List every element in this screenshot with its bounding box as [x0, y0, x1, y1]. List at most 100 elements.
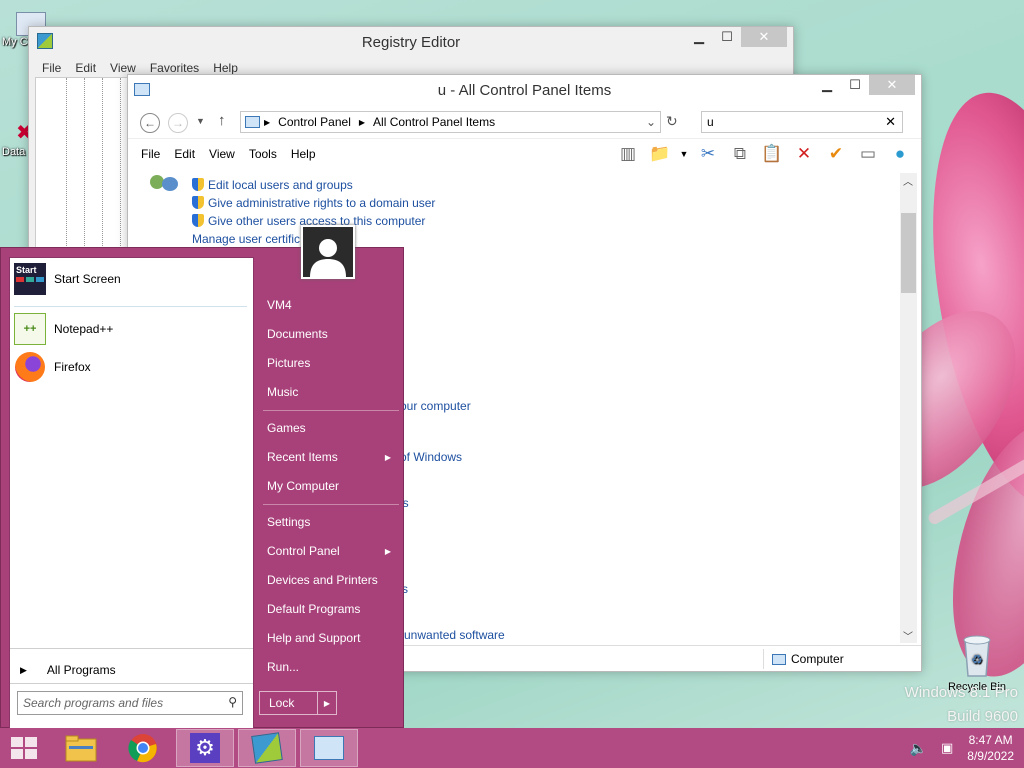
paste-icon[interactable]: 📋: [759, 142, 785, 166]
status-computer: Computer: [763, 649, 913, 669]
uac-shield-icon: [192, 196, 204, 209]
start-item-notepad-plus-plus[interactable]: ++ Notepad++: [14, 312, 113, 346]
refresh-icon[interactable]: ↻: [666, 113, 678, 130]
uac-shield-icon: [192, 178, 204, 191]
start-right-item-pictures[interactable]: Pictures: [259, 350, 399, 376]
rename-icon[interactable]: ▭: [855, 142, 881, 166]
cut-icon[interactable]: ✂: [695, 142, 721, 166]
link-manage-user-certificates[interactable]: Manage user certific: [192, 232, 300, 246]
title-bar[interactable]: Registry Editor ▁ ☐ ✕: [29, 27, 793, 57]
start-right-item-music[interactable]: Music: [259, 379, 399, 405]
up-arrow-icon[interactable]: ↑: [218, 112, 226, 129]
link-edit-local-users[interactable]: Edit local users and groups: [192, 178, 353, 192]
link-give-admin-rights[interactable]: Give administrative rights to a domain u…: [192, 196, 435, 210]
dropdown-arrow-icon[interactable]: ▼: [679, 142, 689, 166]
regedit-icon: [251, 732, 283, 764]
start-right-item-devices-printers[interactable]: Devices and Printers: [259, 567, 399, 593]
scroll-down-icon[interactable]: ﹀: [903, 628, 913, 643]
start-right-item-my-computer[interactable]: My Computer: [259, 473, 399, 499]
chevron-right-icon: ▶: [358, 117, 366, 127]
toolbar: ▥ 📁 ▼ ✂ ⧉ 📋 ✕ ✔ ▭ ●: [615, 142, 913, 166]
clock-date: 8/9/2022: [967, 749, 1014, 763]
maximize-button[interactable]: ☐: [841, 75, 869, 95]
search-icon[interactable]: ⚲: [228, 695, 237, 709]
clear-search-icon[interactable]: ✕: [885, 114, 896, 130]
volume-muted-icon[interactable]: 🔈: [910, 740, 927, 757]
divider: [263, 410, 399, 411]
menu-edit[interactable]: Edit: [167, 147, 202, 161]
start-right-item-default-programs[interactable]: Default Programs: [259, 596, 399, 622]
menu-favorites[interactable]: Favorites: [143, 61, 206, 75]
start-right-item-settings[interactable]: Settings: [259, 509, 399, 535]
start-right-item-games[interactable]: Games: [259, 415, 399, 441]
start-right-item-help-support[interactable]: Help and Support: [259, 625, 399, 651]
start-right-item-documents[interactable]: Documents: [259, 321, 399, 347]
menu-file[interactable]: File: [134, 147, 167, 161]
start-right-item-run[interactable]: Run...: [259, 654, 399, 680]
network-globe-icon[interactable]: ●: [887, 142, 913, 166]
link-partial-computer[interactable]: our computer: [400, 399, 471, 413]
taskbar-settings[interactable]: ⚙: [176, 729, 234, 767]
maximize-button[interactable]: ☐: [713, 27, 741, 47]
lock-button[interactable]: Lock: [260, 692, 318, 714]
properties-check-icon[interactable]: ✔: [823, 142, 849, 166]
firefox-icon: [14, 351, 46, 383]
start-right-item-vm4[interactable]: VM4: [259, 292, 399, 318]
start-menu-programs-pane: Start Start Screen ++ Notepad++ Firefox …: [9, 257, 254, 729]
scroll-up-icon[interactable]: ︿: [903, 173, 913, 188]
link-partial-unwanted-software[interactable]: unwanted software: [404, 628, 505, 642]
breadcrumb-control-panel[interactable]: Control Panel: [274, 115, 355, 129]
title-bar[interactable]: u - All Control Panel Items ▁ ☐ ✕: [128, 75, 921, 105]
user-silhouette-icon: [310, 239, 346, 277]
address-bar[interactable]: ▶ Control Panel ▶ All Control Panel Item…: [240, 111, 661, 133]
taskbar-chrome[interactable]: [114, 729, 172, 767]
windows-logo-icon: [11, 737, 37, 759]
start-screen-icon: Start: [14, 263, 46, 295]
close-button[interactable]: ✕: [869, 75, 915, 95]
lock-options-arrow-icon[interactable]: ▶: [318, 692, 336, 714]
window-controls: ▁ ☐ ✕: [813, 75, 915, 95]
start-button[interactable]: [0, 729, 48, 767]
os-watermark-line2: Build 9600: [947, 708, 1018, 725]
start-menu: Start Start Screen ++ Notepad++ Firefox …: [0, 247, 404, 729]
triangle-right-icon: ▶: [20, 664, 27, 675]
vertical-scrollbar[interactable]: ︿ ﹀: [900, 173, 917, 643]
recent-locations-icon[interactable]: ▼: [196, 116, 205, 126]
search-input[interactable]: u ✕: [701, 111, 903, 133]
close-button[interactable]: ✕: [741, 27, 787, 47]
chevron-down-icon[interactable]: ⌄: [642, 115, 660, 129]
start-search-input[interactable]: Search programs and files ⚲: [17, 691, 243, 715]
taskbar-control-panel[interactable]: [300, 729, 358, 767]
breadcrumb-all-items[interactable]: All Control Panel Items: [369, 115, 499, 129]
user-avatar[interactable]: [301, 225, 355, 279]
menu-view[interactable]: View: [103, 61, 143, 75]
back-button[interactable]: ←: [140, 113, 160, 133]
preview-pane-icon[interactable]: ▥: [615, 142, 641, 166]
start-right-item-recent-items[interactable]: Recent Items ▶: [259, 444, 399, 470]
minimize-button[interactable]: ▁: [685, 27, 713, 47]
menu-help[interactable]: Help: [206, 61, 245, 75]
system-tray: 🔈 ▣ 8:47 AM 8/9/2022: [910, 732, 1014, 764]
network-icon[interactable]: ▣: [941, 740, 953, 756]
submenu-arrow-icon: ▶: [384, 546, 391, 556]
start-item-start-screen[interactable]: Start Start Screen: [14, 262, 121, 296]
control-panel-small-icon: [245, 116, 260, 128]
minimize-button[interactable]: ▁: [813, 75, 841, 95]
menu-file[interactable]: File: [35, 61, 68, 75]
clock[interactable]: 8:47 AM 8/9/2022: [967, 732, 1014, 764]
start-item-firefox[interactable]: Firefox: [14, 350, 91, 384]
menu-edit[interactable]: Edit: [68, 61, 103, 75]
start-right-item-control-panel[interactable]: Control Panel ▶: [259, 538, 399, 564]
all-programs-button[interactable]: ▶ All Programs: [20, 663, 116, 677]
folder-options-icon[interactable]: 📁: [647, 142, 673, 166]
menu-tools[interactable]: Tools: [242, 147, 284, 161]
taskbar-registry-editor[interactable]: [238, 729, 296, 767]
divider: [10, 648, 253, 649]
scrollbar-thumb[interactable]: [901, 213, 916, 293]
delete-icon[interactable]: ✕: [791, 142, 817, 166]
taskbar-file-explorer[interactable]: [52, 729, 110, 767]
copy-icon[interactable]: ⧉: [727, 142, 753, 166]
menu-view[interactable]: View: [202, 147, 242, 161]
forward-button[interactable]: →: [168, 113, 188, 133]
menu-help[interactable]: Help: [284, 147, 323, 161]
